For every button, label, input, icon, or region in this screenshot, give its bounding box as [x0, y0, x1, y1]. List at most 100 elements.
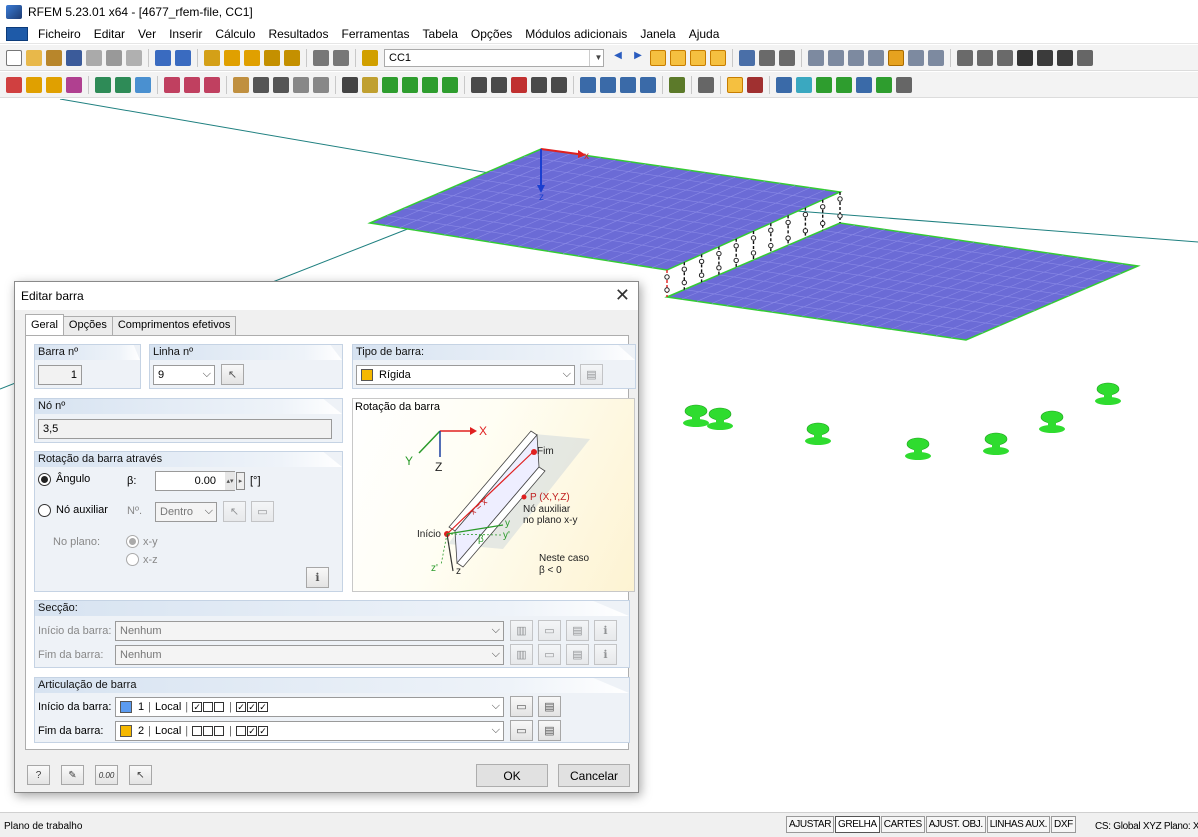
grid-icon[interactable] — [828, 49, 844, 66]
division-icon[interactable] — [204, 76, 220, 93]
results-icon[interactable] — [650, 49, 666, 66]
line-icon[interactable] — [26, 76, 42, 93]
edit-icon[interactable] — [204, 49, 220, 66]
help-button[interactable]: ? — [27, 765, 50, 785]
table-icon[interactable] — [313, 49, 329, 66]
snap-button[interactable]: AJUSTAR — [786, 816, 835, 833]
edit-text-button[interactable]: ✎ — [61, 765, 84, 785]
surface-icon[interactable] — [233, 76, 249, 93]
box-icon[interactable] — [293, 76, 309, 93]
aux-node-select[interactable]: Dentro ⌵ — [155, 502, 217, 522]
arc-icon[interactable] — [46, 76, 62, 93]
beta-input[interactable]: 0.00 — [155, 471, 235, 491]
mirror-object-icon[interactable] — [640, 76, 656, 93]
tab-geral[interactable]: Geral — [25, 314, 64, 335]
max-min-icon[interactable] — [670, 49, 686, 66]
info-button[interactable]: ℹ — [306, 567, 329, 588]
section-end-library-button[interactable]: ▥ — [510, 644, 533, 665]
undo-icon[interactable] — [155, 49, 171, 66]
guide-icon[interactable] — [816, 76, 832, 93]
section-end-edit-button[interactable]: ▤ — [566, 644, 589, 665]
pick-aux-node-button[interactable]: ↖ — [223, 501, 246, 522]
block-icon[interactable] — [876, 76, 892, 93]
rotate-icon[interactable] — [868, 49, 884, 66]
filter-icon[interactable] — [928, 49, 944, 66]
window-icon[interactable] — [284, 49, 300, 66]
menu-janela[interactable]: Janela — [640, 27, 675, 41]
section-start-library-button[interactable]: ▥ — [510, 620, 533, 641]
cartes-button[interactable]: CARTES — [880, 816, 925, 833]
deformation-icon[interactable] — [739, 49, 755, 66]
opening-icon[interactable] — [253, 76, 269, 93]
menu-inserir[interactable]: Inserir — [169, 27, 202, 41]
mirror-icon[interactable] — [977, 49, 993, 66]
comment-icon[interactable] — [796, 76, 812, 93]
move-icon[interactable] — [580, 76, 596, 93]
section-icon[interactable] — [115, 76, 131, 93]
units-button[interactable]: 0.00 — [95, 765, 118, 785]
tab-comprimentos[interactable]: Comprimentos efetivos — [111, 316, 237, 335]
hinge-start-new-button[interactable]: ▭ — [510, 696, 533, 717]
view-icon[interactable] — [908, 49, 924, 66]
set-icon[interactable] — [313, 76, 329, 93]
next-icon[interactable]: ▶ — [630, 50, 646, 66]
line-grid-icon[interactable] — [856, 76, 872, 93]
zoom-icon[interactable] — [224, 49, 240, 66]
mdi-window-icon[interactable] — [6, 26, 28, 41]
rotate-object-icon[interactable] — [600, 76, 616, 93]
hinge-start-edit-button[interactable]: ▤ — [538, 696, 561, 717]
camera-icon[interactable] — [1057, 49, 1073, 66]
surface-support-icon[interactable] — [402, 76, 418, 93]
eccentricity-icon[interactable] — [184, 76, 200, 93]
section-diagram-icon[interactable] — [779, 49, 795, 66]
new-file-icon[interactable] — [6, 49, 22, 66]
copy-icon[interactable] — [551, 76, 567, 93]
ok-button[interactable]: OK — [476, 764, 548, 787]
menu-ver[interactable]: Ver — [138, 27, 156, 41]
object-snap-button[interactable]: AJUST. OBJ. — [925, 816, 986, 833]
visibility-icon[interactable] — [698, 76, 714, 93]
load-case-icon[interactable] — [362, 49, 378, 66]
load-icon[interactable] — [342, 76, 358, 93]
pan-icon[interactable] — [848, 49, 864, 66]
print-icon[interactable] — [86, 49, 102, 66]
surface-select-icon[interactable] — [747, 76, 763, 93]
symmetry-icon[interactable] — [997, 49, 1013, 66]
member-icon[interactable] — [66, 76, 82, 93]
plant-icon[interactable] — [836, 76, 852, 93]
menu-tabela[interactable]: Tabela — [423, 27, 458, 41]
hinge-start-select[interactable]: 1 | Local | ✓ | ✓ ✓ ✓ ⌵ — [115, 697, 504, 717]
settings-icon[interactable] — [1077, 49, 1093, 66]
render-icon[interactable] — [1037, 49, 1053, 66]
print-report-icon[interactable] — [106, 49, 122, 66]
hinge-end-edit-button[interactable]: ▤ — [538, 720, 561, 741]
close-icon[interactable]: ✕ — [615, 286, 630, 304]
hinge-end-new-button[interactable]: ▭ — [510, 720, 533, 741]
delete-icon[interactable] — [1017, 49, 1033, 66]
guidelines-button[interactable]: LINHAS AUX. — [986, 816, 1050, 833]
panel-icon[interactable] — [333, 49, 349, 66]
isometric-view-icon[interactable] — [888, 49, 904, 66]
mesh-icon[interactable] — [808, 49, 824, 66]
tab-opcoes[interactable]: Opções — [62, 316, 113, 335]
member-type-select[interactable]: Rígida ⌵ — [356, 365, 575, 385]
check-icon[interactable] — [511, 76, 527, 93]
pick-line-button[interactable]: ↖ — [221, 364, 244, 385]
angle-radio[interactable] — [38, 473, 51, 486]
section-start-edit-button[interactable]: ▤ — [566, 620, 589, 641]
dimension-icon[interactable] — [776, 76, 792, 93]
solid-icon[interactable] — [273, 76, 289, 93]
thickness-icon[interactable] — [135, 76, 151, 93]
scale-icon[interactable] — [620, 76, 636, 93]
load-case-select[interactable]: CC1 ▼ — [384, 48, 604, 67]
pick-button[interactable]: ↖ — [129, 765, 152, 785]
section-end-info-button[interactable]: ℹ — [594, 644, 617, 665]
cancel-button[interactable]: Cancelar — [558, 764, 630, 787]
open-project-icon[interactable] — [46, 49, 62, 66]
menu-calculo[interactable]: Cálculo — [215, 27, 255, 41]
material-icon[interactable] — [95, 76, 111, 93]
menu-resultados[interactable]: Resultados — [268, 27, 328, 41]
model-check-icon[interactable] — [531, 76, 547, 93]
menu-editar[interactable]: Editar — [94, 27, 125, 41]
beta-spin-icon[interactable]: ▴▾ — [225, 472, 235, 490]
